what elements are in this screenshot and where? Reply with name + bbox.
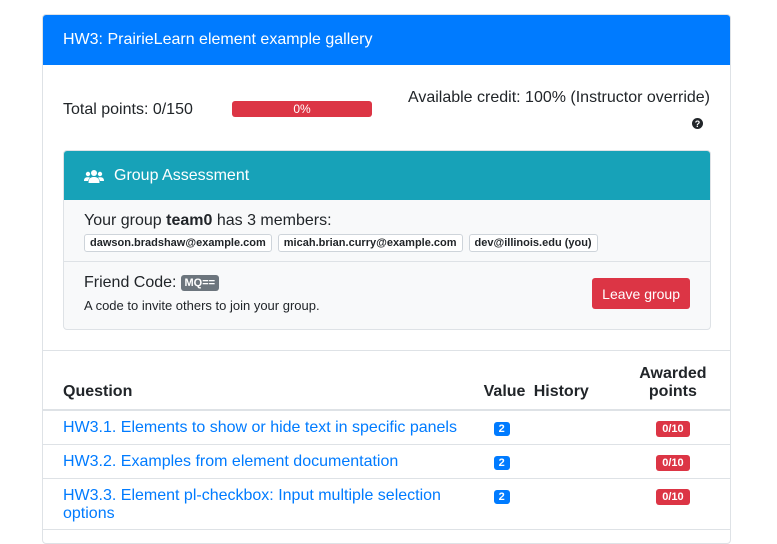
friend-code-badge: MQ== [180, 275, 220, 291]
members-line: Your group team0 has 3 members: [84, 212, 690, 230]
member-badge: dawson.bradshaw@example.com [84, 234, 272, 252]
available-credit: Available credit: 100% (Instructor overr… [407, 89, 710, 106]
history-cell [533, 478, 624, 530]
questions-table: Question Value History Awarded points HW3… [43, 351, 730, 530]
progress-label: 0% [293, 102, 311, 116]
users-icon [84, 169, 104, 183]
value-badge: 2 [493, 455, 510, 470]
question-circle-icon[interactable]: ? [692, 118, 703, 129]
members-suffix: has 3 members: [212, 212, 332, 229]
value-badge: 2 [493, 422, 510, 436]
awarded-header-line1: Awarded [639, 365, 707, 382]
table-header-row: Question Value History Awarded points [43, 351, 730, 411]
question-link[interactable]: HW3.2. Examples from element documentati… [63, 453, 398, 470]
member-list: dawson.bradshaw@example.com micah.brian.… [84, 234, 690, 252]
group-assessment-card: Group Assessment Your group team0 has 3 … [63, 150, 711, 330]
assessment-title: HW3: PrairieLearn element example galler… [43, 15, 730, 65]
column-header-question: Question [43, 351, 484, 411]
column-header-history: History [533, 351, 624, 411]
leave-group-button[interactable]: Leave group [592, 278, 690, 309]
history-cell [533, 444, 624, 479]
group-members-section: Your group team0 has 3 members: dawson.b… [64, 200, 710, 262]
group-name: team0 [166, 212, 213, 229]
column-header-value: Value [483, 351, 534, 411]
members-prefix: Your group [84, 212, 167, 229]
column-header-awarded-points: Awarded points [623, 351, 730, 411]
table-row: HW3.1. Elements to show or hide text in … [43, 410, 730, 445]
total-points: Total points: 0/150 [63, 101, 193, 118]
assessment-card: HW3: PrairieLearn element example galler… [42, 14, 731, 544]
group-header: Group Assessment [64, 151, 710, 200]
awarded-header-line2: points [648, 383, 697, 400]
assessment-summary: Total points: 0/150 0% Available credit:… [43, 65, 730, 151]
value-badge: 2 [493, 489, 510, 504]
question-link[interactable]: HW3.3. Element pl-checkbox: Input multip… [63, 487, 441, 522]
member-badge: micah.brian.curry@example.com [277, 234, 463, 252]
awarded-points-badge: 0/10 [656, 421, 690, 437]
friend-code-label: Friend Code: [84, 274, 177, 291]
points-progress-bar: 0% [232, 101, 372, 117]
group-title: Group Assessment [114, 166, 250, 184]
table-row: HW3.3. Element pl-checkbox: Input multip… [43, 478, 730, 530]
member-badge: dev@illinois.edu (you) [468, 234, 598, 252]
awarded-points-badge: 0/10 [656, 454, 690, 471]
history-cell [533, 410, 624, 445]
awarded-points-badge: 0/10 [656, 488, 690, 505]
table-row: HW3.2. Examples from element documentati… [43, 444, 730, 479]
friend-code-section: Friend Code: MQ== A code to invite other… [64, 262, 710, 328]
question-link[interactable]: HW3.1. Elements to show or hide text in … [63, 419, 457, 436]
